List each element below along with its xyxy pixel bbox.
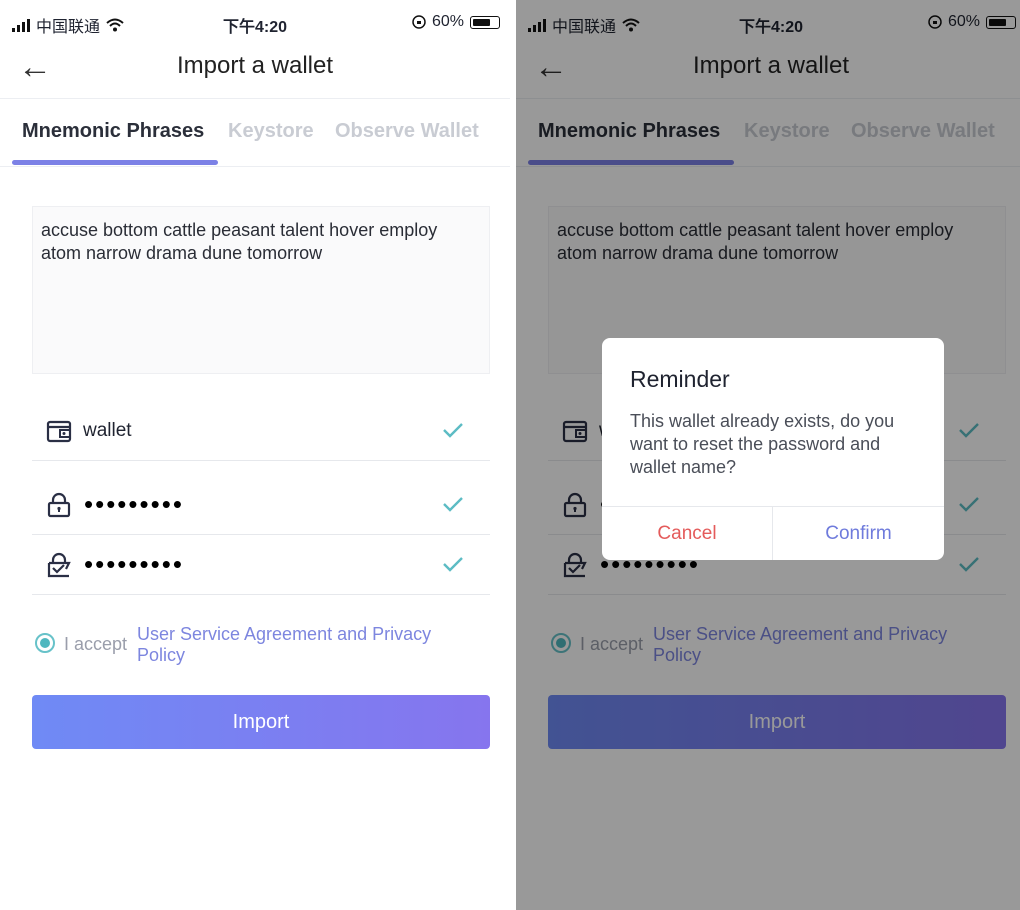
dialog-button-bar: Cancel Confirm [602, 506, 944, 560]
wallet-icon [46, 420, 72, 443]
active-tab-indicator [12, 160, 218, 165]
wallet-name-field[interactable]: wallet [32, 400, 490, 461]
tab-keystore[interactable]: Keystore [228, 120, 314, 143]
checkmark-icon [443, 423, 463, 438]
battery-group: 60% [412, 13, 500, 31]
status-bar: 中国联通 下午4:20 60% [0, 0, 510, 42]
tab-observe-wallet[interactable]: Observe Wallet [335, 120, 479, 143]
nav-bar: ← Import a wallet [0, 42, 510, 99]
battery-icon [470, 15, 500, 29]
confirm-button[interactable]: Confirm [773, 507, 944, 560]
import-button[interactable]: Import [32, 695, 490, 749]
orientation-lock-icon [412, 15, 426, 29]
tab-mnemonic-phrases[interactable]: Mnemonic Phrases [22, 120, 204, 143]
battery-percent: 60% [431, 13, 464, 30]
confirm-password-field[interactable]: ••••••••• [32, 534, 490, 595]
wallet-name-value: wallet [83, 420, 132, 441]
password-field[interactable]: ••••••••• [32, 474, 490, 535]
lock-icon [47, 492, 71, 518]
tab-bar: Mnemonic Phrases Keystore Observe Wallet [0, 100, 510, 167]
dialog-title: Reminder [630, 366, 730, 392]
confirm-password-value: ••••••••• [84, 549, 184, 579]
password-value: ••••••••• [84, 489, 184, 519]
agreement-row: I accept User Service Agreement and Priv… [32, 624, 492, 674]
import-wallet-screen-with-dialog: 中国联通 下午4:20 60% ← Import a wallet Mnemon… [516, 0, 1020, 910]
accept-label: I accept [64, 634, 128, 654]
lock-check-icon [47, 552, 71, 578]
page-title: Import a wallet [176, 52, 334, 79]
reminder-dialog: Reminder This wallet already exists, do … [602, 338, 944, 560]
mnemonic-input[interactable]: accuse bottom cattle peasant talent hove… [32, 206, 490, 374]
import-wallet-screen: 中国联通 下午4:20 60% ← Import a wallet Mnemon… [0, 0, 510, 910]
agreement-radio[interactable] [35, 633, 55, 653]
checkmark-icon [443, 497, 463, 512]
cancel-button[interactable]: Cancel [602, 507, 773, 560]
checkmark-icon [443, 557, 463, 572]
agreement-link[interactable]: User Service Agreement and Privacy Polic… [137, 624, 467, 666]
dialog-message: This wallet already exists, do you want … [630, 411, 895, 477]
